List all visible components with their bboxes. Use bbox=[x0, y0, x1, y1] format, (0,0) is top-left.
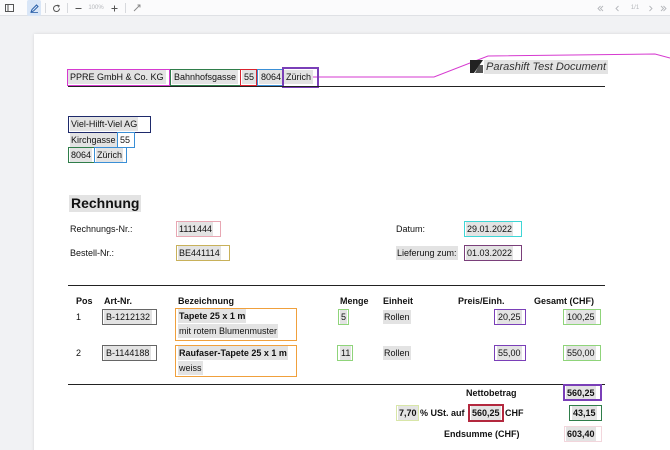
sidebar-toggle-icon[interactable] bbox=[2, 0, 16, 16]
row2-desc-box bbox=[175, 345, 297, 377]
row2-price-box bbox=[494, 345, 526, 361]
vat-text: % USt. auf bbox=[420, 408, 465, 418]
delivery-label: Lieferung zum: bbox=[396, 246, 458, 260]
delivery-date-box bbox=[464, 245, 522, 261]
row2-art-box bbox=[102, 345, 157, 361]
order-number-label: Bestell-Nr.: bbox=[70, 248, 115, 258]
net-amount-box bbox=[563, 384, 602, 401]
row1-total-box bbox=[563, 309, 601, 325]
vat-amount-box bbox=[569, 405, 602, 421]
table-bottom-rule bbox=[68, 384, 605, 385]
fit-expand-icon[interactable] bbox=[130, 0, 144, 16]
row1-unit[interactable]: Rollen bbox=[383, 310, 411, 324]
toolbar-divider bbox=[45, 3, 46, 13]
table-top-rule bbox=[68, 285, 605, 286]
row2-unit[interactable]: Rollen bbox=[383, 346, 411, 360]
recipient-zip-box bbox=[68, 147, 95, 163]
recipient-number-box bbox=[117, 132, 135, 148]
last-page-icon[interactable] bbox=[658, 0, 668, 16]
col-header-qty: Menge bbox=[340, 296, 369, 306]
vat-base-box bbox=[468, 404, 504, 422]
row1-art-box bbox=[102, 309, 157, 325]
zoom-level: 100% bbox=[88, 5, 104, 11]
header-rule bbox=[68, 86, 605, 87]
sender-number-box bbox=[240, 69, 257, 86]
zoom-out-icon[interactable] bbox=[72, 0, 84, 16]
brand-title: Parashift Test Document bbox=[484, 60, 609, 74]
col-header-pos: Pos bbox=[76, 296, 93, 306]
grand-total-label: Endsumme (CHF) bbox=[444, 429, 520, 439]
parashift-logo-icon bbox=[470, 60, 483, 73]
row1-qty-box bbox=[338, 309, 349, 325]
sender-city-box bbox=[282, 67, 319, 88]
sender-street-box bbox=[170, 69, 241, 86]
invoice-title: Rechnung bbox=[69, 195, 142, 212]
col-header-desc: Bezeichnung bbox=[178, 296, 235, 306]
col-header-unit: Einheit bbox=[383, 296, 414, 306]
col-header-price: Preis/Einh. bbox=[458, 296, 505, 306]
recipient-street[interactable]: Kirchgasse bbox=[70, 133, 117, 147]
row2-qty-box bbox=[337, 345, 353, 361]
order-number-box bbox=[176, 245, 230, 261]
date-label: Datum: bbox=[396, 224, 426, 234]
page-indicator: 1/1 bbox=[630, 5, 640, 11]
recipient-name-box bbox=[68, 116, 151, 133]
invoice-number-label: Rechnungs-Nr.: bbox=[70, 224, 133, 234]
invoice-date-box bbox=[464, 221, 522, 237]
next-page-icon[interactable] bbox=[645, 0, 655, 16]
first-page-icon[interactable] bbox=[595, 0, 605, 16]
zoom-in-icon[interactable] bbox=[108, 0, 120, 16]
toolbar-divider bbox=[125, 3, 126, 13]
refresh-icon[interactable] bbox=[49, 0, 63, 16]
invoice-number-box bbox=[176, 221, 221, 237]
row2-total-box bbox=[563, 345, 601, 361]
sender-company-box bbox=[67, 69, 170, 86]
recipient-city-box bbox=[94, 147, 127, 163]
vat-rate-box bbox=[396, 405, 419, 421]
toolbar-divider bbox=[67, 3, 68, 13]
vat-currency: CHF bbox=[505, 408, 524, 418]
col-header-art: Art-Nr. bbox=[104, 296, 133, 306]
grand-total-box bbox=[564, 426, 602, 442]
row1-desc-box bbox=[175, 308, 297, 341]
col-header-total: Gesamt (CHF) bbox=[534, 296, 595, 306]
row2-pos: 2 bbox=[76, 348, 82, 358]
row1-price-box bbox=[494, 309, 526, 325]
prev-page-icon[interactable] bbox=[612, 0, 622, 16]
viewer-toolbar: 100% 1/1 bbox=[0, 0, 670, 16]
annotate-pen-icon[interactable] bbox=[27, 0, 41, 16]
row1-pos: 1 bbox=[76, 312, 82, 322]
net-amount-label: Nettobetrag bbox=[466, 388, 517, 398]
sender-zip-box bbox=[257, 69, 283, 86]
